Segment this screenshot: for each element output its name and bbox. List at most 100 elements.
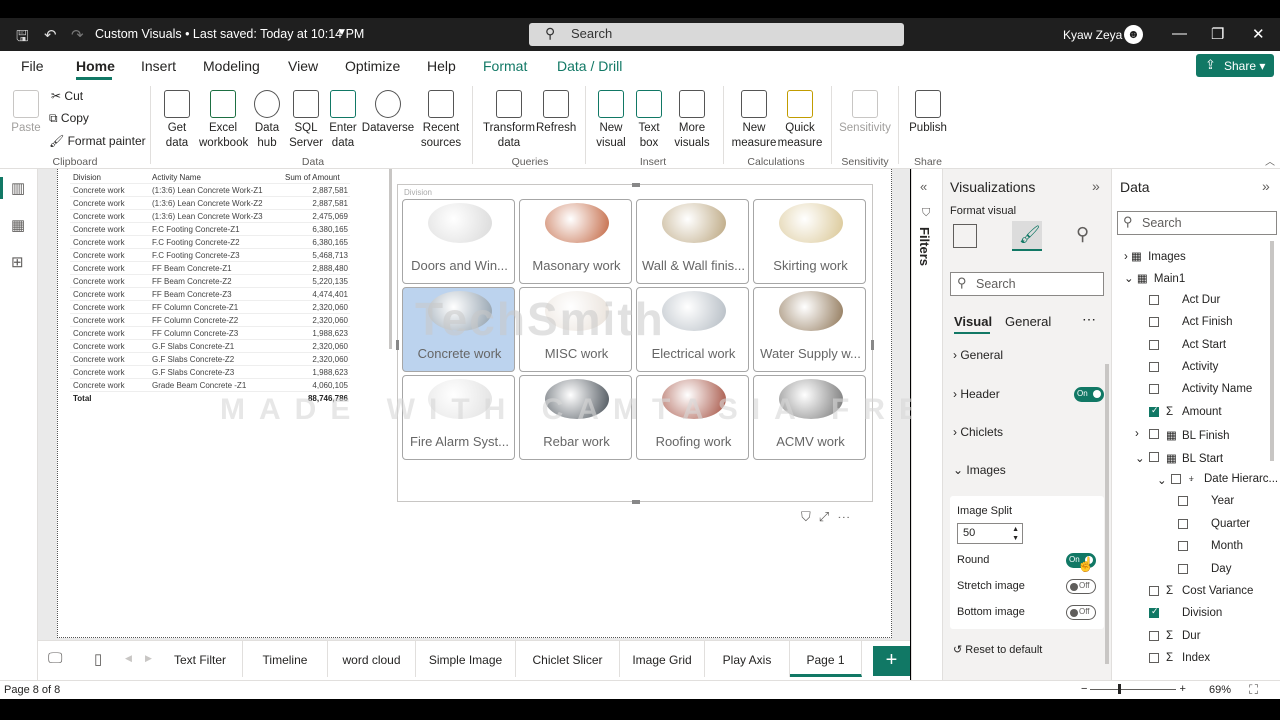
zoom-thumb[interactable] (1118, 683, 1122, 694)
user-name[interactable]: Kyaw Zeya (1063, 28, 1122, 42)
field-checkbox[interactable] (1149, 362, 1159, 372)
field-checkbox[interactable] (1149, 429, 1159, 440)
field-checkbox[interactable] (1178, 496, 1188, 507)
save-icon[interactable]: 🖫 (16, 26, 29, 51)
field-checkbox[interactable] (1149, 586, 1159, 596)
table-row[interactable]: Concrete work FF Column Concrete-Z2 2,320,… (70, 314, 350, 327)
analytics-icon[interactable]: ⚲ (1076, 224, 1089, 245)
table-row[interactable]: Concrete work FF Beam Concrete-Z2 5,220,13… (70, 275, 350, 288)
resize-handle[interactable] (871, 340, 874, 350)
chiclet-tile[interactable]: Masonary work (519, 199, 632, 284)
field-item[interactable]: Year (1178, 495, 1234, 507)
menu-format[interactable]: Format (483, 58, 527, 74)
field-item[interactable]: Day (1178, 563, 1231, 575)
table-row[interactable]: Concrete work F.C Footing Concrete-Z2 6,38… (70, 236, 350, 249)
field-item[interactable]: Division (1149, 606, 1222, 619)
table-visual[interactable]: Division Activity Name Sum of Amount Con… (70, 171, 350, 405)
publish-button[interactable]: Publish (905, 90, 951, 136)
share-button[interactable]: ⇪ Share ▾ (1196, 54, 1274, 77)
scrollbar[interactable] (1270, 241, 1274, 461)
quick-measure-button[interactable]: Quick measure (776, 90, 824, 151)
page-tab[interactable]: Simple Image (416, 641, 516, 677)
menu-help[interactable]: Help (427, 58, 456, 74)
chevron-right-icon[interactable]: › (1124, 251, 1131, 263)
resize-handle[interactable] (632, 500, 640, 504)
field-checkbox[interactable] (1149, 339, 1159, 350)
section-header[interactable]: › Header (953, 387, 1000, 401)
field-item[interactable]: ⌄ ▦ BL Start (1135, 451, 1223, 465)
field-checkbox[interactable] (1171, 474, 1181, 484)
field-checkbox[interactable] (1149, 451, 1159, 462)
new-measure-button[interactable]: New measure (730, 90, 778, 151)
field-item[interactable]: Activity (1149, 361, 1218, 373)
section-general[interactable]: › General (953, 348, 1003, 362)
chevron-down-icon[interactable]: ⌄ (1124, 273, 1137, 285)
field-checkbox[interactable] (1149, 606, 1159, 619)
field-item[interactable]: Act Start (1149, 339, 1226, 351)
field-checkbox[interactable] (1149, 630, 1159, 641)
redo-icon[interactable]: ↷ (71, 26, 84, 44)
header-toggle[interactable]: On (1074, 387, 1104, 402)
field-checkbox[interactable] (1149, 294, 1159, 305)
desktop-layout-icon[interactable]: 🖵 (48, 650, 62, 667)
field-item[interactable]: Quarter (1178, 518, 1250, 530)
spinner-icon[interactable]: ▲ ▼ (1012, 525, 1019, 543)
enter-data-button[interactable]: Enter data (327, 90, 359, 151)
field-item[interactable]: ⌄ ⍖ Date Hierarc... (1157, 473, 1278, 487)
stretch-image-toggle[interactable]: Off (1066, 579, 1096, 594)
chevron-icon[interactable]: › (1135, 428, 1139, 440)
add-page-button[interactable]: + (873, 646, 910, 676)
page-tab[interactable]: Page 1 (790, 641, 862, 677)
copy-button[interactable]: ⧉ Copy (49, 111, 89, 126)
dataverse-button[interactable]: Dataverse (361, 90, 415, 136)
zoom-slider[interactable]: − + (1081, 683, 1186, 695)
field-item[interactable]: Act Finish (1149, 316, 1233, 328)
close-icon[interactable]: ✕ (1252, 25, 1265, 43)
page-tab[interactable]: Chiclet Slicer (516, 641, 620, 677)
sensitivity-button[interactable]: Sensitivity (836, 90, 894, 136)
field-item[interactable]: Month (1178, 540, 1243, 552)
field-item[interactable]: Σ Amount (1149, 405, 1222, 418)
more-visuals-button[interactable]: More visuals (670, 90, 714, 151)
page-tab[interactable]: word cloud (328, 641, 416, 677)
section-chiclets[interactable]: › Chiclets (953, 425, 1003, 439)
field-item[interactable]: Σ Dur (1149, 630, 1201, 642)
resize-handle[interactable] (632, 183, 640, 187)
table-view-icon[interactable]: ▦ (11, 216, 25, 234)
field-item[interactable]: Σ Index (1149, 652, 1210, 664)
sql-server-button[interactable]: SQL Server (288, 90, 324, 151)
paste-button[interactable]: Paste (10, 90, 42, 136)
more-options-icon[interactable]: ⋯ (1082, 311, 1096, 328)
image-split-input[interactable]: 50 ▲ ▼ (957, 523, 1023, 544)
menu-optimize[interactable]: Optimize (345, 58, 400, 74)
avatar-icon[interactable]: ☻ (1124, 25, 1143, 44)
report-view-icon[interactable]: ▥ (11, 179, 25, 197)
field-item[interactable]: Activity Name (1149, 383, 1252, 395)
column-header[interactable]: Sum of Amount (285, 173, 340, 182)
column-header[interactable]: Division (73, 173, 101, 182)
menu-view[interactable]: View (288, 58, 318, 74)
table-row[interactable]: Concrete work FF Column Concrete-Z3 1,988,… (70, 327, 350, 340)
table-row[interactable]: Concrete work FF Column Concrete-Z1 2,320,… (70, 301, 350, 314)
new-visual-button[interactable]: New visual (592, 90, 630, 151)
field-checkbox[interactable] (1178, 563, 1188, 574)
field-checkbox[interactable] (1149, 317, 1159, 328)
global-search-input[interactable]: ⚲ Search (529, 23, 904, 46)
mobile-layout-icon[interactable]: ▯ (94, 650, 102, 668)
recent-sources-button[interactable]: Recent sources (417, 90, 465, 151)
format-visual-tab[interactable]: 🖌 (1012, 221, 1042, 251)
scrollbar[interactable] (389, 169, 392, 349)
field-checkbox[interactable] (1178, 518, 1188, 529)
field-item[interactable]: › ▦ Images (1124, 249, 1186, 263)
table-row[interactable]: Concrete work F.C Footing Concrete-Z1 6,38… (70, 223, 350, 236)
table-row[interactable]: Concrete work (1:3:6) Lean Concrete Work-… (70, 184, 350, 197)
table-row[interactable]: Concrete work FF Beam Concrete-Z1 2,888,48… (70, 262, 350, 275)
field-item[interactable]: Σ Cost Variance (1149, 585, 1253, 597)
menu-insert[interactable]: Insert (141, 58, 176, 74)
build-visual-icon[interactable] (953, 224, 977, 248)
page-tab[interactable]: Play Axis (705, 641, 790, 677)
column-header[interactable]: Activity Name (152, 173, 201, 182)
excel-button[interactable]: Excel workbook (199, 90, 248, 151)
scrollbar[interactable] (1105, 364, 1109, 664)
table-row[interactable]: Concrete work F.C Footing Concrete-Z3 5,46… (70, 249, 350, 262)
